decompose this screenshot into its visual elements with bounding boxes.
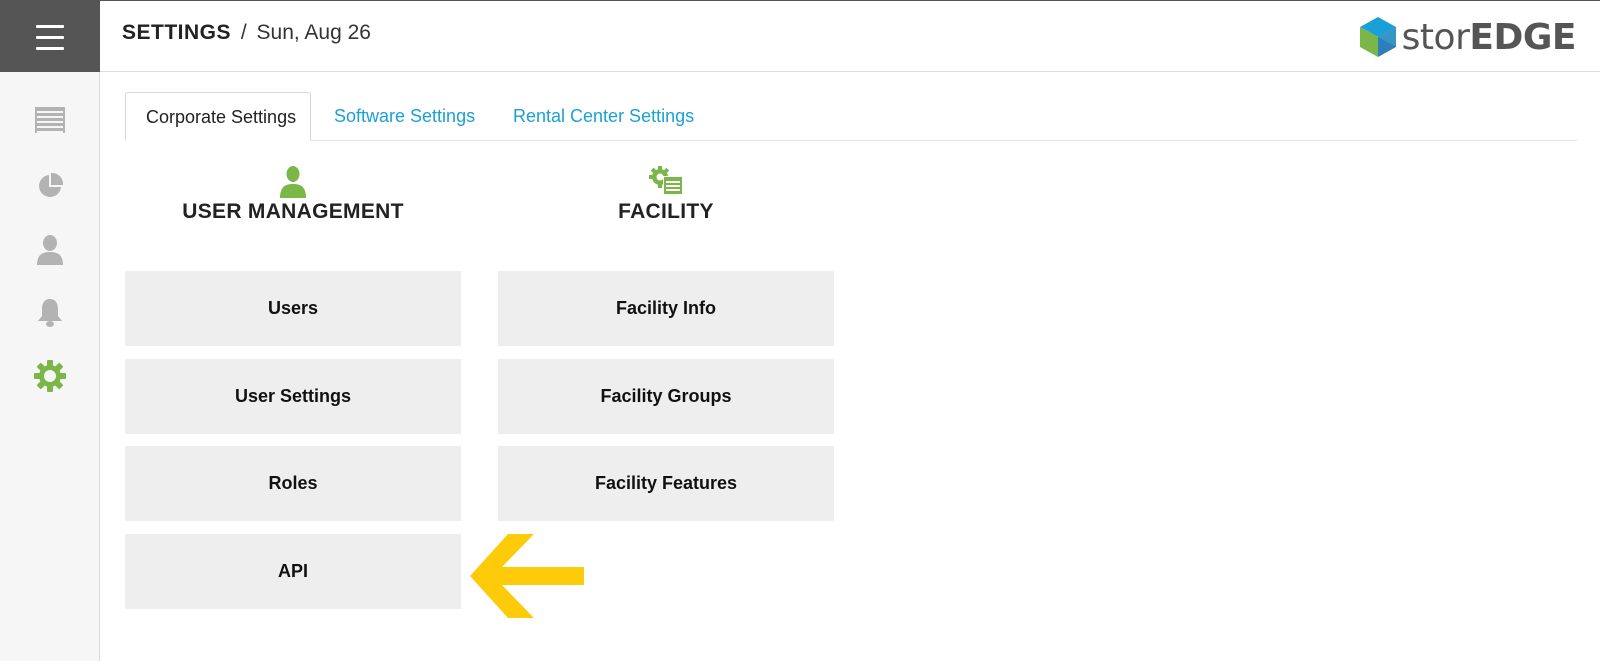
bell-icon[interactable] — [30, 292, 70, 332]
user-management-icon — [125, 166, 461, 200]
sidebar — [0, 72, 100, 661]
facility-title: FACILITY — [618, 200, 714, 223]
settings-tabs: Corporate Settings Software Settings Ren… — [125, 92, 1577, 141]
page-heading: SETTINGS / Sun, Aug 26 — [122, 21, 371, 45]
facility-features-button[interactable]: Facility Features — [498, 446, 834, 521]
users-button[interactable]: Users — [125, 271, 461, 346]
facility-info-button[interactable]: Facility Info — [498, 271, 834, 346]
page-title: SETTINGS — [122, 21, 232, 44]
user-management-title: USER MANAGEMENT — [182, 200, 404, 223]
breadcrumb-separator: / — [240, 21, 247, 44]
gear-icon[interactable] — [30, 356, 70, 396]
current-date: Sun, Aug 26 — [256, 21, 371, 44]
roles-button[interactable]: Roles — [125, 446, 461, 521]
tab-rental-center-settings[interactable]: Rental Center Settings — [493, 92, 714, 141]
logo-text-edge: EDGE — [1469, 16, 1576, 58]
user-settings-button[interactable]: User Settings — [125, 359, 461, 434]
user-management-header: USER MANAGEMENT — [125, 166, 461, 224]
pie-chart-icon[interactable] — [30, 166, 70, 206]
facility-header: FACILITY — [498, 166, 834, 224]
storage-unit-icon[interactable] — [30, 100, 70, 140]
tab-corporate-settings[interactable]: Corporate Settings — [125, 92, 311, 141]
hamburger-icon — [36, 21, 64, 54]
logo-text-stor: stor — [1401, 16, 1470, 58]
tab-software-settings[interactable]: Software Settings — [314, 92, 495, 141]
storedge-logo[interactable]: stor EDGE — [1359, 13, 1576, 61]
user-icon[interactable] — [30, 230, 70, 270]
facility-groups-button[interactable]: Facility Groups — [498, 359, 834, 434]
top-bar: SETTINGS / Sun, Aug 26 stor EDGE — [0, 0, 1600, 73]
menu-button[interactable] — [0, 1, 100, 73]
facility-gear-icon — [498, 166, 834, 200]
cube-logo-icon — [1359, 17, 1396, 57]
api-button[interactable]: API — [125, 534, 461, 609]
yellow-arrow-icon — [470, 534, 585, 623]
